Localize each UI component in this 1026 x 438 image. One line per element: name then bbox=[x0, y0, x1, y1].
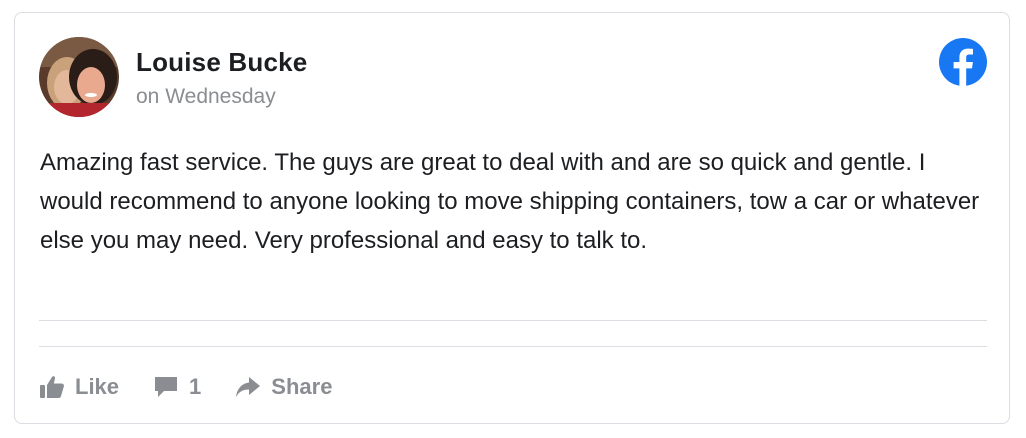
comment-count: 1 bbox=[189, 374, 202, 399]
comment-bubble-icon bbox=[155, 377, 178, 397]
like-button[interactable]: Like bbox=[39, 374, 119, 400]
comment-button[interactable]: 1 bbox=[153, 374, 201, 400]
like-label: Like bbox=[75, 374, 120, 399]
action-bar: Like 1 Share bbox=[39, 369, 366, 405]
divider bbox=[39, 320, 987, 321]
facebook-logo-icon[interactable] bbox=[939, 38, 987, 86]
avatar-photo bbox=[39, 37, 119, 117]
review-card: Louise Bucke on Wednesday Amazing fast s… bbox=[14, 12, 1010, 424]
share-button[interactable]: Share bbox=[235, 374, 332, 400]
avatar[interactable] bbox=[39, 37, 119, 117]
review-text: Amazing fast service. The guys are great… bbox=[40, 149, 980, 254]
share-label: Share bbox=[271, 374, 333, 399]
thumbs-up-icon bbox=[40, 376, 64, 398]
share-arrow-icon bbox=[236, 377, 261, 397]
divider bbox=[39, 346, 987, 347]
post-timestamp[interactable]: on Wednesday bbox=[136, 85, 276, 109]
author-name[interactable]: Louise Bucke bbox=[136, 47, 307, 78]
